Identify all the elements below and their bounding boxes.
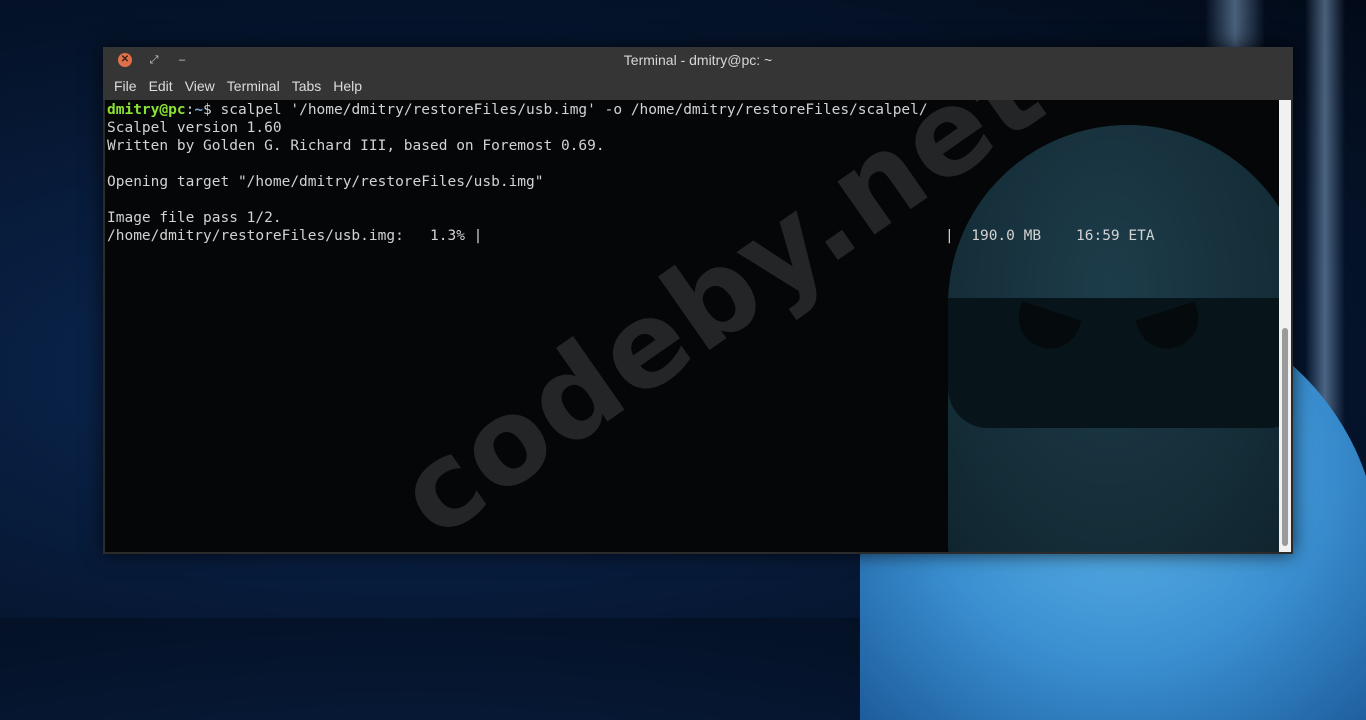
output-line: Scalpel version 1.60: [107, 120, 282, 136]
menu-help[interactable]: Help: [327, 73, 368, 100]
prompt-user: dmitry@pc: [107, 102, 186, 118]
output-line: Written by Golden G. Richard III, based …: [107, 138, 605, 154]
menu-terminal[interactable]: Terminal: [221, 73, 286, 100]
command-text: scalpel '/home/dmitry/restoreFiles/usb.i…: [220, 102, 928, 118]
close-icon: ✕: [120, 54, 130, 65]
window-title: Terminal - dmitry@pc: ~: [623, 52, 773, 68]
terminal-window: Terminal - dmitry@pc: ~ ✕ ⤢ ‒ File Edit …: [103, 47, 1293, 554]
progress-line: /home/dmitry/restoreFiles/usb.img: 1.3% …: [107, 228, 1155, 244]
menu-bar: File Edit View Terminal Tabs Help: [103, 73, 1293, 100]
close-button[interactable]: ✕: [118, 53, 132, 67]
output-line: Opening target "/home/dmitry/restoreFile…: [107, 174, 544, 190]
menu-edit[interactable]: Edit: [143, 73, 179, 100]
output-line: Image file pass 1/2.: [107, 210, 282, 226]
minimize-icon: ‒: [178, 54, 186, 66]
command-line: dmitry@pc:~$ scalpel '/home/dmitry/resto…: [107, 101, 928, 119]
watermark-text: codeby.net: [373, 100, 1068, 552]
mascot-mask-band: [948, 298, 1279, 428]
restore-icon: ⤢: [149, 54, 159, 66]
menu-file[interactable]: File: [108, 73, 143, 100]
menu-tabs[interactable]: Tabs: [286, 73, 328, 100]
prompt-path: ~: [194, 102, 204, 118]
vertical-scrollbar[interactable]: [1279, 100, 1291, 552]
restore-button[interactable]: ⤢: [147, 53, 161, 67]
terminal-output-area[interactable]: codeby.net dmitry@pc:~$ scalpel '/home/d…: [105, 100, 1279, 552]
scrollbar-thumb[interactable]: [1282, 328, 1288, 546]
prompt-separator: :: [185, 102, 195, 118]
minimize-button[interactable]: ‒: [175, 53, 189, 67]
menu-view[interactable]: View: [179, 73, 221, 100]
prompt-symbol: $: [203, 102, 221, 118]
title-bar[interactable]: Terminal - dmitry@pc: ~ ✕ ⤢ ‒: [103, 47, 1293, 73]
